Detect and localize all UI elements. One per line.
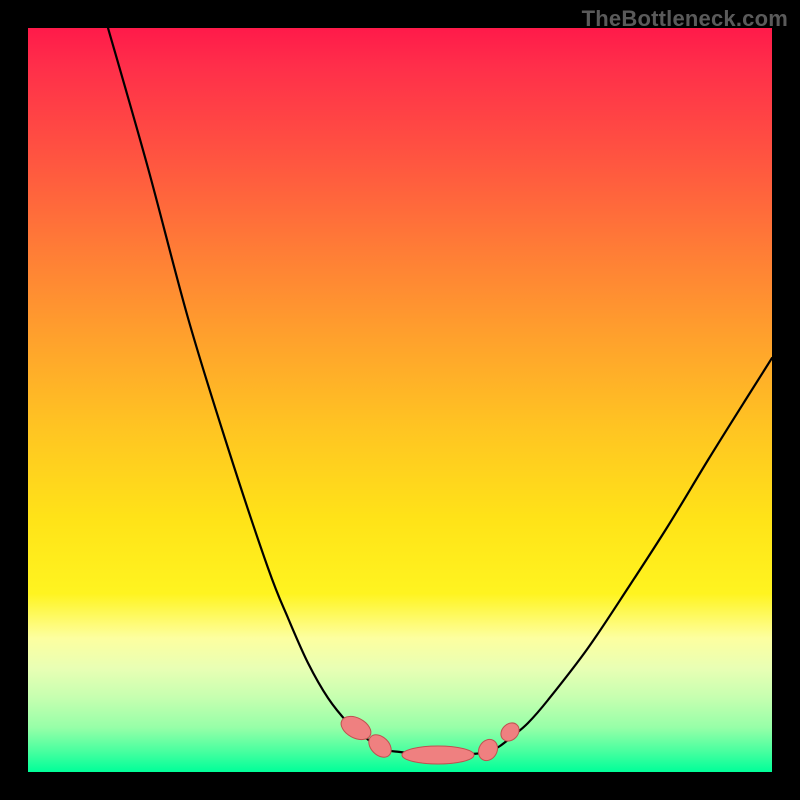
plot-area [28,28,772,772]
outer-frame: TheBottleneck.com [0,0,800,800]
valley-marker [402,746,474,764]
watermark-text: TheBottleneck.com [582,6,788,32]
bottleneck-curve [108,28,772,755]
valley-marker [475,736,502,764]
bottleneck-curve-svg [28,28,772,772]
valley-marker-group [337,712,523,764]
valley-marker [497,719,522,744]
